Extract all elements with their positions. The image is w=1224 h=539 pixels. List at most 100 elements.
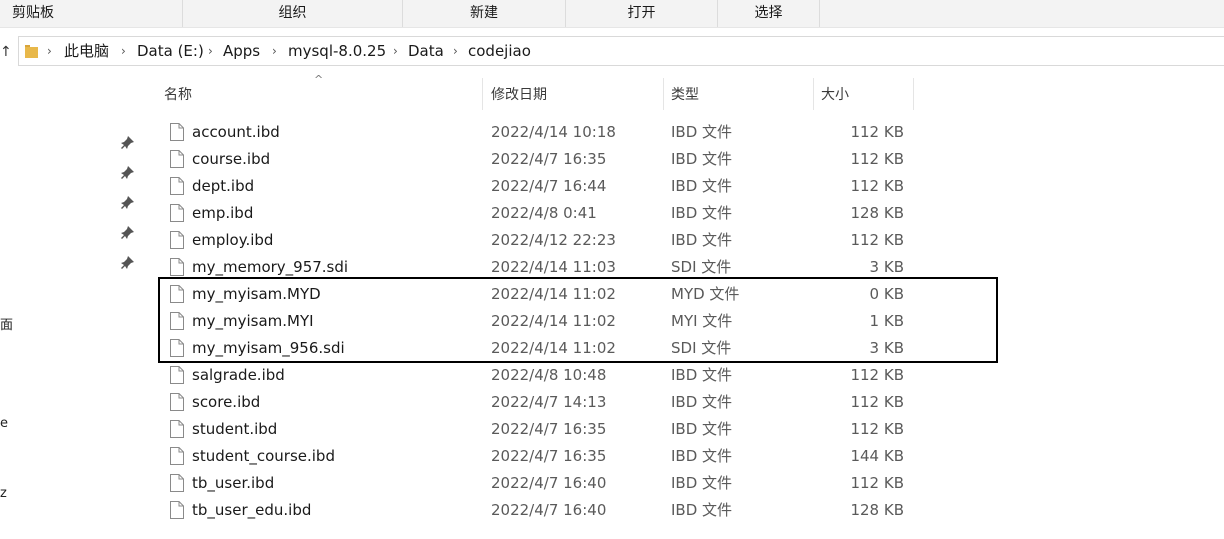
pin-icon[interactable] xyxy=(121,226,135,240)
file-size: 1 KB xyxy=(869,312,904,330)
file-date: 2022/4/14 10:18 xyxy=(491,123,616,141)
breadcrumb-codejiao[interactable]: codejiao xyxy=(468,37,531,65)
file-date: 2022/4/7 16:35 xyxy=(491,420,607,438)
file-name: tb_user.ibd xyxy=(192,474,275,492)
file-row[interactable]: student.ibd 2022/4/7 16:35 IBD 文件 112 KB xyxy=(160,416,920,443)
breadcrumb-mysql[interactable]: mysql-8.0.25 xyxy=(288,37,386,65)
nav-pane-item[interactable]: 面 xyxy=(0,314,13,333)
column-header-date[interactable]: 修改日期 xyxy=(487,80,663,110)
file-row[interactable]: tb_user_edu.ibd 2022/4/7 16:40 IBD 文件 12… xyxy=(160,497,920,524)
file-date: 2022/4/7 16:44 xyxy=(491,177,607,195)
file-name: score.ibd xyxy=(192,393,261,411)
file-type: IBD 文件 xyxy=(671,501,733,519)
file-date: 2022/4/8 0:41 xyxy=(491,204,597,222)
column-divider[interactable] xyxy=(482,78,483,110)
breadcrumb-data[interactable]: Data xyxy=(408,37,444,65)
file-date: 2022/4/14 11:02 xyxy=(491,312,616,330)
nav-pane-item[interactable]: z xyxy=(0,486,7,501)
file-icon xyxy=(170,204,184,222)
file-icon xyxy=(170,447,184,465)
file-row[interactable]: account.ibd 2022/4/14 10:18 IBD 文件 112 K… xyxy=(160,119,920,146)
file-icon xyxy=(170,312,184,330)
file-date: 2022/4/14 11:03 xyxy=(491,258,616,276)
file-date: 2022/4/8 10:48 xyxy=(491,366,607,384)
file-type: IBD 文件 xyxy=(671,231,733,249)
ribbon-divider xyxy=(819,0,820,27)
file-type: SDI 文件 xyxy=(671,339,732,357)
file-name: course.ibd xyxy=(192,150,271,168)
chevron-right-icon[interactable]: › xyxy=(453,37,458,65)
ribbon-group-select[interactable]: 选择 xyxy=(718,0,819,27)
chevron-right-icon[interactable]: › xyxy=(272,37,277,65)
column-header-name[interactable]: 名称 xyxy=(160,80,482,110)
file-size: 128 KB xyxy=(850,204,904,222)
file-size: 0 KB xyxy=(869,285,904,303)
file-size: 3 KB xyxy=(869,258,904,276)
ribbon-group-clipboard[interactable]: 剪贴板 xyxy=(0,0,66,27)
file-type: IBD 文件 xyxy=(671,393,733,411)
file-date: 2022/4/7 16:35 xyxy=(491,150,607,168)
file-size: 112 KB xyxy=(850,123,904,141)
file-icon xyxy=(170,393,184,411)
column-divider[interactable] xyxy=(913,78,914,110)
column-header-size[interactable]: 大小 xyxy=(817,80,913,110)
chevron-right-icon[interactable]: › xyxy=(47,37,52,65)
breadcrumb-drive[interactable]: Data (E:) xyxy=(137,37,204,65)
file-row[interactable]: score.ibd 2022/4/7 14:13 IBD 文件 112 KB xyxy=(160,389,920,416)
file-row[interactable]: my_myisam.MYI 2022/4/14 11:02 MYI 文件 1 K… xyxy=(160,308,920,335)
ribbon: 剪贴板 组织 新建 打开 选择 xyxy=(0,0,1224,28)
column-header-type[interactable]: 类型 xyxy=(667,80,813,110)
file-type: IBD 文件 xyxy=(671,150,733,168)
file-size: 112 KB xyxy=(850,393,904,411)
file-row[interactable]: my_memory_957.sdi 2022/4/14 11:03 SDI 文件… xyxy=(160,254,920,281)
file-type: IBD 文件 xyxy=(671,366,733,384)
file-date: 2022/4/14 11:02 xyxy=(491,285,616,303)
file-type: IBD 文件 xyxy=(671,204,733,222)
file-name: employ.ibd xyxy=(192,231,274,249)
file-icon xyxy=(170,258,184,276)
breadcrumb-apps[interactable]: Apps xyxy=(223,37,260,65)
file-type: MYI 文件 xyxy=(671,312,733,330)
file-icon xyxy=(170,420,184,438)
file-row[interactable]: my_myisam_956.sdi 2022/4/14 11:02 SDI 文件… xyxy=(160,335,920,362)
file-icon xyxy=(170,177,184,195)
chevron-right-icon[interactable]: › xyxy=(208,37,213,65)
file-size: 144 KB xyxy=(850,447,904,465)
file-row[interactable]: tb_user.ibd 2022/4/7 16:40 IBD 文件 112 KB xyxy=(160,470,920,497)
column-divider[interactable] xyxy=(663,78,664,110)
file-size: 128 KB xyxy=(850,501,904,519)
chevron-right-icon[interactable]: › xyxy=(393,37,398,65)
file-icon xyxy=(170,339,184,357)
file-row[interactable]: emp.ibd 2022/4/8 0:41 IBD 文件 128 KB xyxy=(160,200,920,227)
pin-icon[interactable] xyxy=(121,136,135,150)
pin-icon[interactable] xyxy=(121,256,135,270)
file-row[interactable]: my_myisam.MYD 2022/4/14 11:02 MYD 文件 0 K… xyxy=(160,281,920,308)
file-type: IBD 文件 xyxy=(671,447,733,465)
ribbon-group-open[interactable]: 打开 xyxy=(566,0,717,27)
nav-pane-item[interactable]: e xyxy=(0,416,8,431)
chevron-right-icon[interactable]: › xyxy=(121,37,126,65)
file-icon xyxy=(170,150,184,168)
file-size: 112 KB xyxy=(850,420,904,438)
ribbon-group-new[interactable]: 新建 xyxy=(403,0,565,27)
file-date: 2022/4/12 22:23 xyxy=(491,231,616,249)
file-row[interactable]: salgrade.ibd 2022/4/8 10:48 IBD 文件 112 K… xyxy=(160,362,920,389)
file-name: dept.ibd xyxy=(192,177,255,195)
ribbon-group-organize[interactable]: 组织 xyxy=(183,0,402,27)
folder-icon xyxy=(25,45,38,58)
file-row[interactable]: student_course.ibd 2022/4/7 16:35 IBD 文件… xyxy=(160,443,920,470)
pin-icon[interactable] xyxy=(121,166,135,180)
breadcrumb-this-pc[interactable]: 此电脑 xyxy=(64,37,109,65)
file-row[interactable]: employ.ibd 2022/4/12 22:23 IBD 文件 112 KB xyxy=(160,227,920,254)
file-type: IBD 文件 xyxy=(671,177,733,195)
file-type: SDI 文件 xyxy=(671,258,732,276)
up-arrow-icon[interactable]: ↑ xyxy=(0,40,12,64)
column-divider[interactable] xyxy=(813,78,814,110)
address-bar[interactable]: › 此电脑 › Data (E:) › Apps › mysql-8.0.25 … xyxy=(18,36,1224,66)
file-row[interactable]: course.ibd 2022/4/7 16:35 IBD 文件 112 KB xyxy=(160,146,920,173)
file-date: 2022/4/7 16:35 xyxy=(491,447,607,465)
pin-icon[interactable] xyxy=(121,196,135,210)
file-size: 112 KB xyxy=(850,150,904,168)
file-row[interactable]: dept.ibd 2022/4/7 16:44 IBD 文件 112 KB xyxy=(160,173,920,200)
file-date: 2022/4/7 16:40 xyxy=(491,474,607,492)
